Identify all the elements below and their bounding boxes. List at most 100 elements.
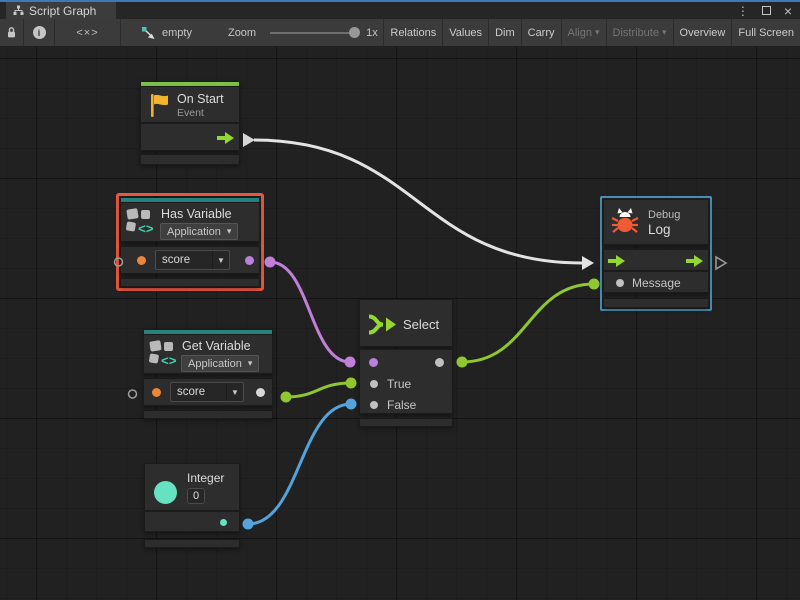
chevron-down-icon: ▾	[227, 226, 232, 237]
node-has-variable[interactable]: <> Has Variable Application ▾ score ▼	[116, 193, 264, 291]
maximize-icon[interactable]	[762, 6, 771, 15]
node-select[interactable]: Select True False	[359, 299, 453, 427]
flag-icon	[149, 93, 171, 118]
value-output-port[interactable]	[245, 256, 254, 265]
variable-name-field[interactable]: score ▼	[155, 250, 230, 270]
node-footer	[144, 539, 240, 548]
bug-icon	[610, 206, 640, 236]
tab-script-graph[interactable]: Script Graph	[6, 2, 116, 19]
node-subtitle: Event	[177, 107, 204, 119]
variable-scope-dropdown[interactable]: Application ▾	[160, 223, 238, 240]
get-variable-body: score ▼	[143, 378, 273, 406]
inspect-button[interactable]: i	[24, 19, 55, 46]
zoom-control: Zoom 1x	[228, 27, 378, 39]
graph-toolbar: i <×> empty Zoom 1x Relations Values Dim…	[0, 19, 800, 46]
flow-out-port[interactable]	[686, 255, 704, 267]
select-header: Select	[359, 299, 453, 347]
condition-input-port[interactable]	[369, 358, 378, 367]
node-title: On Start	[177, 92, 224, 106]
value-output-port[interactable]	[220, 519, 227, 526]
selection-output-port[interactable]	[435, 358, 444, 367]
integer-icon	[154, 481, 177, 504]
code-view-button[interactable]: <×>	[55, 19, 121, 46]
debug-log-header: Debug Log	[603, 199, 709, 245]
node-category: Debug	[648, 209, 680, 221]
window-controls: ⋮ ×	[737, 2, 800, 19]
integer-header: Integer 0	[144, 463, 240, 511]
relations-button[interactable]: Relations	[383, 19, 442, 46]
select-icon	[367, 312, 397, 337]
lock-icon	[6, 26, 17, 39]
zoom-value: 1x	[366, 27, 378, 39]
debug-log-flow-row	[603, 249, 709, 271]
zoom-slider-handle[interactable]	[349, 27, 360, 38]
carry-button[interactable]: Carry	[521, 19, 561, 46]
fullscreen-button[interactable]: Full Screen	[731, 19, 800, 46]
flow-in-port[interactable]	[608, 255, 626, 267]
on-start-header: On Start Event	[140, 86, 240, 123]
node-on-start[interactable]: On Start Event	[140, 81, 240, 165]
integer-body	[144, 511, 240, 532]
svg-text:<>: <>	[161, 354, 177, 368]
node-footer	[359, 418, 453, 427]
graph-canvas[interactable]: On Start Event <> Has Variable	[0, 46, 800, 600]
name-input-port[interactable]	[152, 388, 161, 397]
node-integer[interactable]: Integer 0	[144, 463, 240, 548]
variable-name-field[interactable]: score ▼	[170, 382, 244, 402]
graph-pointer-icon	[141, 26, 156, 40]
get-variable-header: <> Get Variable Application ▾	[143, 334, 273, 374]
node-footer	[143, 410, 273, 419]
svg-text:<>: <>	[138, 222, 154, 236]
chevron-down-icon: ▾	[662, 27, 667, 38]
flow-out-port[interactable]	[217, 132, 235, 144]
window-menu-icon[interactable]: ⋮	[737, 4, 749, 18]
message-label: Message	[632, 276, 681, 290]
chevron-down-icon[interactable]: ▼	[212, 251, 229, 269]
info-icon: i	[33, 26, 46, 39]
lock-button[interactable]	[0, 19, 24, 46]
values-button[interactable]: Values	[442, 19, 488, 46]
node-title: Get Variable	[182, 339, 251, 353]
graph-icon	[13, 5, 24, 16]
message-input-port[interactable]	[616, 279, 624, 287]
script-graph-window: Script Graph ⋮ × i <×> empty	[0, 0, 800, 600]
variables-icon: <>	[149, 340, 180, 368]
graph-pointer-label: empty	[162, 27, 192, 39]
on-start-body	[140, 123, 240, 151]
node-footer	[603, 298, 709, 308]
true-label: True	[387, 377, 411, 391]
variables-icon: <>	[126, 208, 157, 236]
false-input-port[interactable]	[370, 401, 378, 409]
chevron-down-icon: ▾	[595, 27, 600, 38]
node-title: Select	[403, 317, 439, 332]
chevron-down-icon: ▾	[248, 358, 253, 369]
node-get-variable[interactable]: <> Get Variable Application ▾ score ▼	[143, 329, 273, 419]
overview-button[interactable]: Overview	[673, 19, 732, 46]
tab-label: Script Graph	[29, 4, 96, 18]
name-input-port[interactable]	[137, 256, 146, 265]
distribute-button: Distribute▾	[606, 19, 673, 46]
toolbar-buttons: Relations Values Dim Carry Align▾ Distri…	[383, 19, 800, 46]
align-button: Align▾	[561, 19, 606, 46]
select-body: True False	[359, 349, 453, 414]
close-icon[interactable]: ×	[784, 3, 792, 19]
chevron-down-icon[interactable]: ▼	[226, 383, 243, 401]
node-title: Integer	[187, 471, 224, 485]
value-output-port[interactable]	[256, 388, 265, 397]
true-input-port[interactable]	[370, 380, 378, 388]
node-footer	[120, 278, 260, 287]
graph-pointer[interactable]: empty	[131, 19, 202, 46]
false-label: False	[387, 398, 416, 412]
integer-value-field[interactable]: 0	[187, 488, 205, 504]
node-title: Has Variable	[161, 207, 232, 221]
has-variable-body: score ▼	[120, 246, 260, 274]
node-footer	[140, 154, 240, 165]
zoom-slider[interactable]	[270, 32, 358, 34]
node-title: Log	[648, 222, 671, 237]
titlebar: Script Graph ⋮ ×	[0, 2, 800, 19]
node-debug-log[interactable]: Debug Log Message	[600, 196, 712, 311]
variable-scope-dropdown[interactable]: Application ▾	[181, 355, 259, 372]
zoom-label: Zoom	[228, 27, 256, 39]
dim-button[interactable]: Dim	[488, 19, 521, 46]
has-variable-header: <> Has Variable Application ▾	[120, 202, 260, 242]
